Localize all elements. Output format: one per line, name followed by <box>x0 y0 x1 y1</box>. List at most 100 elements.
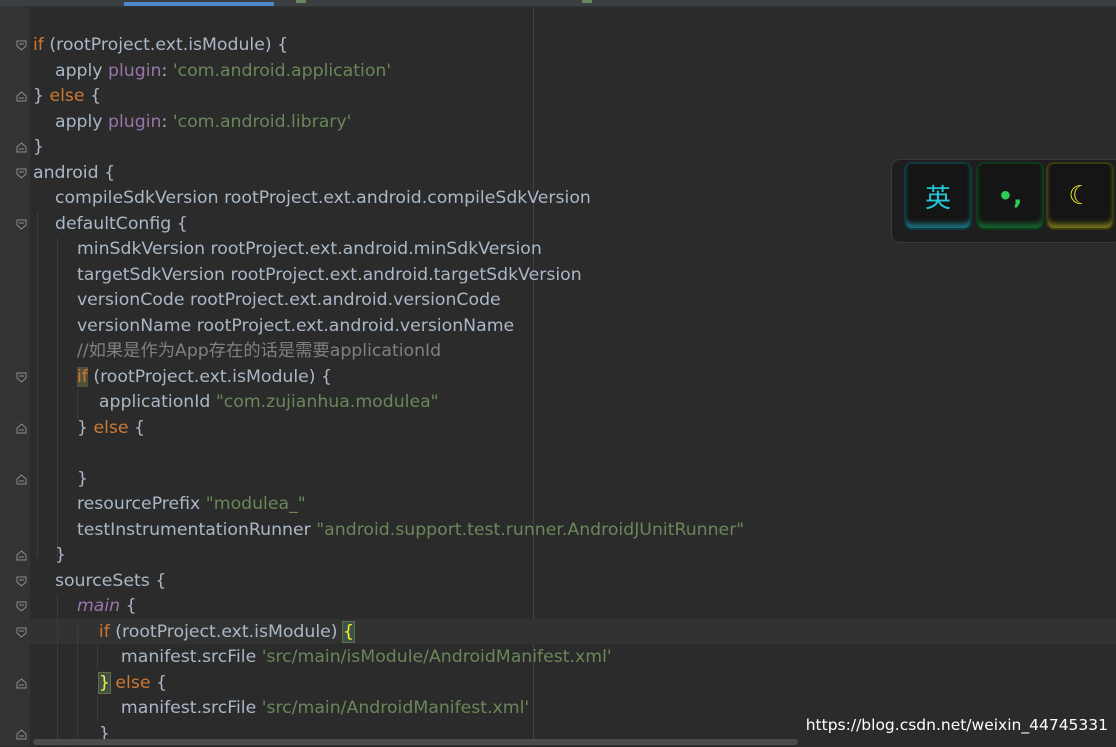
code-line[interactable]: resourcePrefix "modulea_" <box>33 492 744 518</box>
code-token: apply <box>33 61 108 81</box>
code-line[interactable]: if (rootProject.ext.isModule) { <box>33 620 744 646</box>
ime-mode-key[interactable]: ☾ <box>1048 164 1112 228</box>
code-token <box>33 673 99 693</box>
code-line[interactable]: if (rootProject.ext.isModule) { <box>33 33 744 59</box>
code-token: compileSdkVersion rootProject.ext.androi… <box>33 188 591 208</box>
code-token: main <box>77 596 120 616</box>
code-token: } <box>33 137 44 157</box>
code-token: 'src/main/AndroidManifest.xml' <box>262 698 529 718</box>
code-line[interactable] <box>33 441 744 467</box>
code-line[interactable]: sourceSets { <box>33 569 744 595</box>
code-editor[interactable]: if (rootProject.ext.isModule) { apply pl… <box>33 33 744 747</box>
code-line[interactable]: testInstrumentationRunner "android.suppo… <box>33 518 744 544</box>
fold-close-icon[interactable] <box>16 91 27 102</box>
code-token: { <box>343 622 354 642</box>
fold-close-icon[interactable] <box>16 550 27 561</box>
code-token: } <box>33 86 50 106</box>
ime-toolbar: 英 •, ☾ <box>892 160 1116 242</box>
code-line[interactable]: versionName rootProject.ext.android.vers… <box>33 314 744 340</box>
code-token: 'com.android.application' <box>173 61 391 81</box>
code-token: (rootProject.ext.isModule) { <box>44 35 288 55</box>
ime-language-key[interactable]: 英 <box>906 164 970 228</box>
fold-open-icon[interactable] <box>16 40 27 51</box>
code-line[interactable]: //如果是作为App存在的话是需要applicationId <box>33 339 744 365</box>
fold-close-icon[interactable] <box>16 729 27 740</box>
code-token: "android.support.test.runner.AndroidJUni… <box>316 520 744 540</box>
code-line[interactable]: manifest.srcFile 'src/main/isModule/Andr… <box>33 645 744 671</box>
fold-open-icon[interactable] <box>16 601 27 612</box>
code-token: apply <box>33 112 108 132</box>
editor-tab-bar <box>0 0 1116 7</box>
code-token: sourceSets { <box>33 571 166 591</box>
code-line[interactable]: } <box>33 543 744 569</box>
code-line[interactable]: if (rootProject.ext.isModule) { <box>33 365 744 391</box>
code-token: } <box>33 469 88 489</box>
code-token: } <box>99 673 110 693</box>
code-token: else <box>50 86 85 106</box>
fold-close-icon[interactable] <box>16 423 27 434</box>
code-token <box>33 596 77 616</box>
code-token: defaultConfig { <box>33 214 188 234</box>
tab-file-icon[interactable] <box>582 0 592 3</box>
code-token: { <box>129 418 146 438</box>
code-line[interactable]: manifest.srcFile 'src/main/AndroidManife… <box>33 696 744 722</box>
watermark: https://blog.csdn.net/weixin_44745331 <box>806 716 1108 734</box>
code-token: : <box>161 61 172 81</box>
code-token: manifest.srcFile <box>33 698 262 718</box>
code-line[interactable]: apply plugin: 'com.android.application' <box>33 59 744 85</box>
code-line[interactable]: minSdkVersion rootProject.ext.android.mi… <box>33 237 744 263</box>
code-line[interactable]: } <box>33 467 744 493</box>
code-token: plugin <box>108 61 161 81</box>
ime-punctuation-label: •, <box>998 182 1022 210</box>
code-line[interactable]: } <box>33 135 744 161</box>
code-token: { <box>120 596 137 616</box>
code-token <box>33 341 77 361</box>
code-token: (rootProject.ext.isModule) <box>110 622 343 642</box>
fold-open-icon[interactable] <box>16 168 27 179</box>
code-token: android { <box>33 163 115 183</box>
moon-icon: ☾ <box>1068 181 1091 211</box>
code-token: (rootProject.ext.isModule) { <box>88 367 332 387</box>
code-line[interactable]: android { <box>33 161 744 187</box>
fold-close-icon[interactable] <box>16 142 27 153</box>
fold-open-icon[interactable] <box>16 627 27 638</box>
code-token: if <box>77 367 88 387</box>
code-line[interactable]: apply plugin: 'com.android.library' <box>33 110 744 136</box>
ime-punctuation-key[interactable]: •, <box>978 164 1042 228</box>
code-token: manifest.srcFile <box>33 647 262 667</box>
tab-file-icon[interactable] <box>296 0 306 3</box>
code-line[interactable]: } else { <box>33 416 744 442</box>
code-token: } <box>33 418 93 438</box>
code-token: "modulea_" <box>206 494 306 514</box>
horizontal-scrollbar[interactable] <box>33 739 798 745</box>
code-token: else <box>115 673 150 693</box>
code-line[interactable]: compileSdkVersion rootProject.ext.androi… <box>33 186 744 212</box>
code-token: minSdkVersion rootProject.ext.android.mi… <box>33 239 542 259</box>
fold-close-icon[interactable] <box>16 678 27 689</box>
code-token: { <box>151 673 168 693</box>
code-token: else <box>93 418 128 438</box>
code-token: 'src/main/isModule/AndroidManifest.xml' <box>262 647 612 667</box>
code-line[interactable]: targetSdkVersion rootProject.ext.android… <box>33 263 744 289</box>
fold-open-icon[interactable] <box>16 576 27 587</box>
code-token: "com.zujianhua.modulea" <box>216 392 439 412</box>
code-line[interactable]: } else { <box>33 671 744 697</box>
code-token: 'com.android.library' <box>173 112 352 132</box>
fold-close-icon[interactable] <box>16 474 27 485</box>
code-token: versionName rootProject.ext.android.vers… <box>33 316 514 336</box>
ime-language-label: 英 <box>925 178 951 215</box>
code-line[interactable]: defaultConfig { <box>33 212 744 238</box>
code-token: if <box>99 622 110 642</box>
code-token: targetSdkVersion rootProject.ext.android… <box>33 265 582 285</box>
code-token: versionCode rootProject.ext.android.vers… <box>33 290 501 310</box>
code-line[interactable]: versionCode rootProject.ext.android.vers… <box>33 288 744 314</box>
active-tab-indicator[interactable] <box>124 2 274 6</box>
code-token: if <box>33 35 44 55</box>
code-token: } <box>33 545 66 565</box>
code-token: //如果是作为App存在的话是需要applicationId <box>77 341 441 361</box>
code-line[interactable]: applicationId "com.zujianhua.modulea" <box>33 390 744 416</box>
fold-open-icon[interactable] <box>16 372 27 383</box>
code-line[interactable]: main { <box>33 594 744 620</box>
fold-open-icon[interactable] <box>16 219 27 230</box>
code-line[interactable]: } else { <box>33 84 744 110</box>
